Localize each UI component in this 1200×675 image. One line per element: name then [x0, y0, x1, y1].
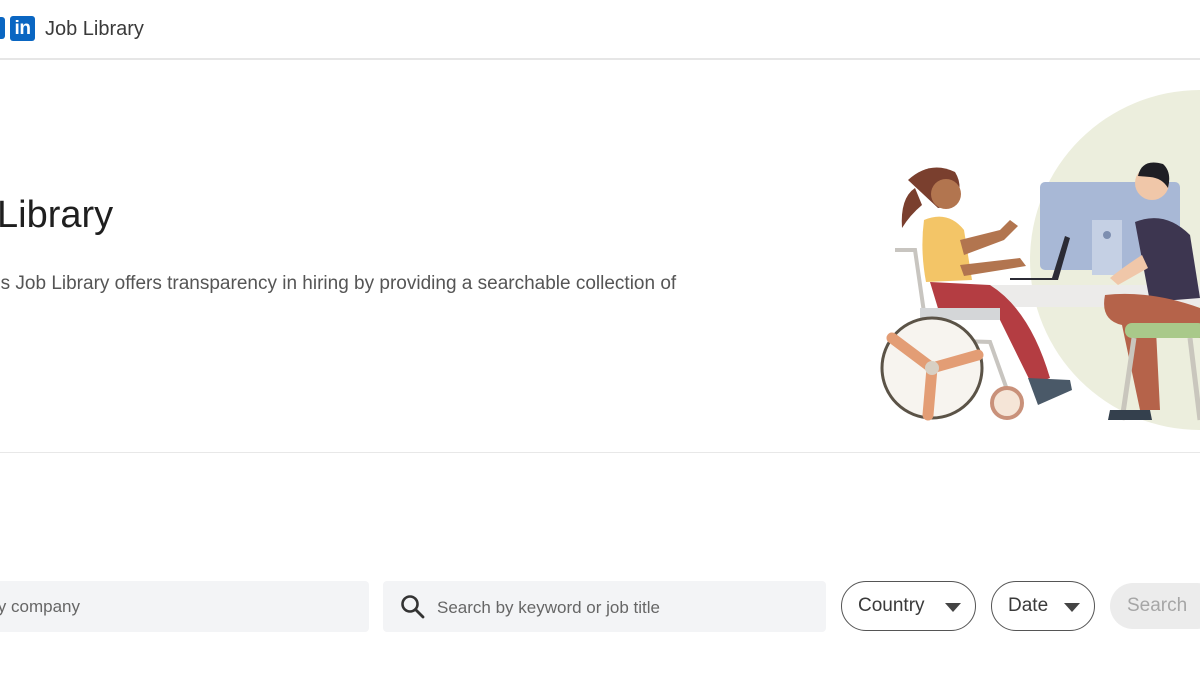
stool-seat — [1125, 323, 1200, 338]
monitor-stand — [1092, 220, 1122, 275]
search-icon — [401, 595, 425, 619]
company-search-input[interactable] — [0, 581, 360, 632]
wheelchair-hub — [925, 361, 939, 375]
company-search-field[interactable] — [0, 581, 369, 632]
page-description: 's Job Library offers transparency in hi… — [0, 273, 677, 294]
page-title: Library — [0, 194, 114, 236]
caret-down-icon — [1064, 603, 1080, 612]
top-header: in Job Library — [0, 0, 1200, 60]
woman-face — [931, 179, 961, 209]
woman-ponytail — [901, 188, 922, 228]
woman-arm-raised — [960, 220, 1018, 255]
keyword-search-field[interactable] — [383, 581, 826, 634]
keyword-search-input[interactable] — [435, 581, 819, 634]
hiring-illustration — [880, 90, 1200, 430]
header-title[interactable]: Job Library — [45, 16, 144, 42]
date-dropdown-label: Date — [1008, 595, 1049, 616]
country-dropdown-label: Country — [858, 595, 925, 616]
page: in Job Library Library 's Job Library of… — [0, 0, 1200, 675]
woman-shoe — [1028, 378, 1072, 405]
linkedin-logo[interactable]: in — [10, 16, 35, 41]
country-dropdown[interactable]: Country — [841, 581, 976, 631]
section-divider — [0, 452, 1200, 453]
woman-arm — [960, 258, 1026, 276]
brand-wordmark-partial — [0, 17, 5, 39]
monitor-button — [1103, 231, 1111, 239]
wheelchair-caster — [990, 386, 1024, 420]
man-shoe — [1108, 410, 1152, 420]
caret-down-icon — [945, 603, 961, 612]
search-button[interactable]: Search — [1110, 583, 1200, 629]
date-dropdown[interactable]: Date — [991, 581, 1095, 631]
